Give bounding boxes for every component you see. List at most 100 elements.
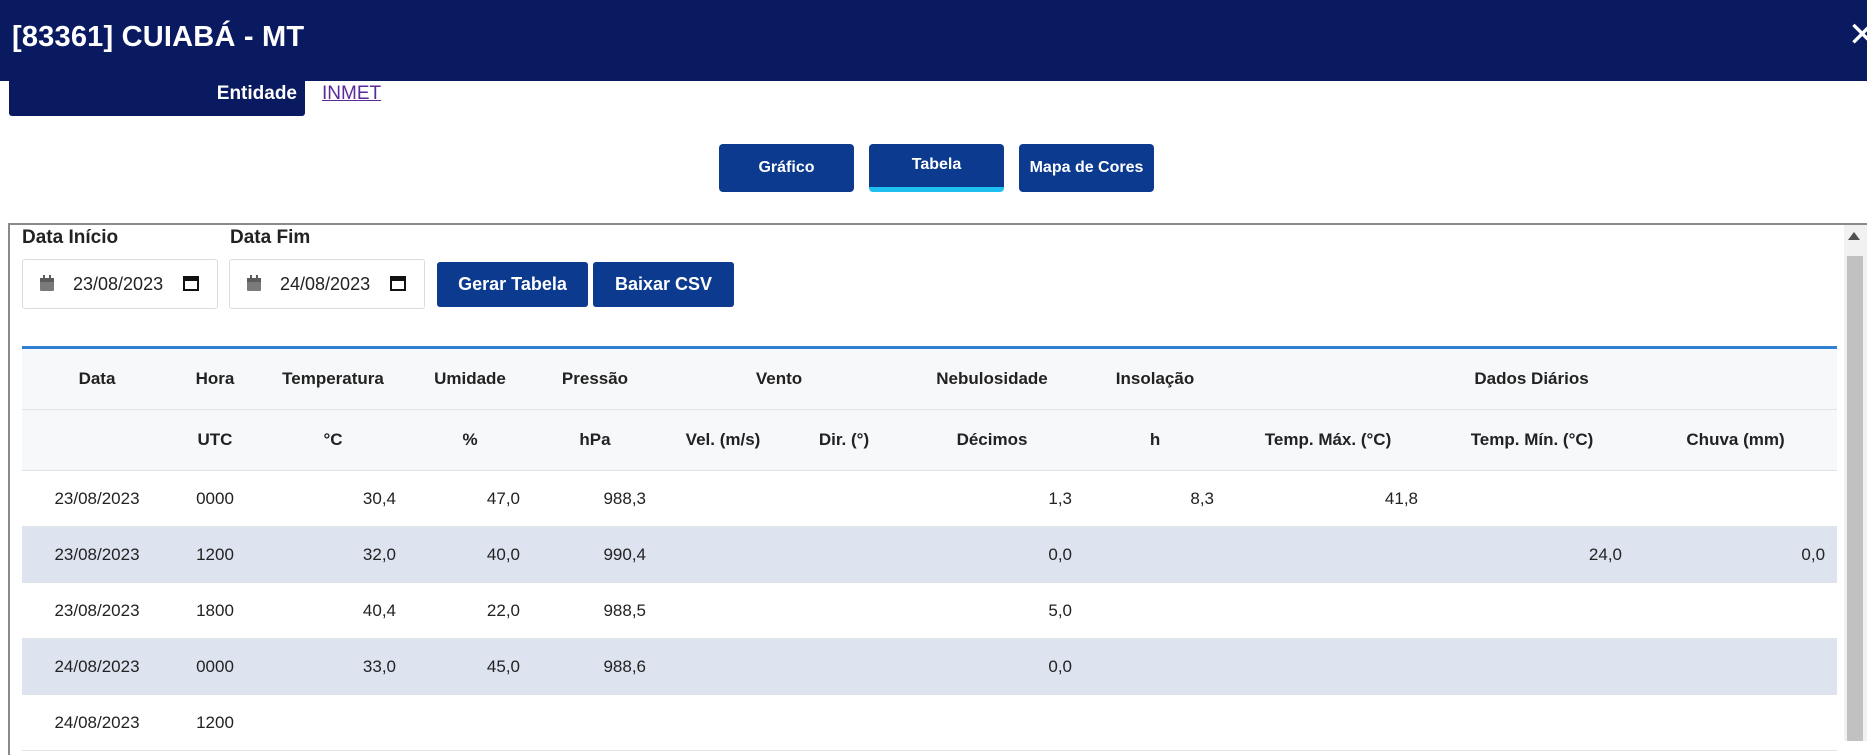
table-cell: 988,5 — [532, 582, 658, 639]
unit-header: Dir. (°) — [788, 409, 901, 471]
entity-label: Entidade — [216, 83, 297, 104]
table-row: 23/08/2023 1200 32,0 40,0 990,4 0,0 24,0 0,0 — [22, 526, 1838, 583]
table-cell: 0000 — [172, 470, 258, 527]
unit-header: h — [1084, 409, 1227, 471]
table-cell: 24/08/2023 — [22, 638, 172, 695]
header-row-units: UTC °C % hPa Vel. (m/s) Dir. (°) Décimos… — [22, 409, 1838, 471]
table-cell — [408, 694, 532, 751]
download-csv-button[interactable]: Baixar CSV — [593, 262, 734, 307]
tab-tabela[interactable]: Tabela — [869, 144, 1004, 192]
tab-mapa-de-cores[interactable]: Mapa de Cores — [1019, 144, 1154, 192]
unit-header: Temp. Máx. (°C) — [1226, 409, 1431, 471]
col-header[interactable]: Dados Diários — [1226, 349, 1838, 410]
scroll-up-arrow-icon[interactable] — [1848, 232, 1860, 240]
table-cell: 0,0 — [900, 638, 1085, 695]
col-header[interactable]: Hora — [172, 349, 258, 410]
start-date-value: 23/08/2023 — [73, 274, 164, 294]
date-picker-icon[interactable] — [390, 275, 406, 291]
col-header[interactable]: Nebulosidade — [900, 349, 1085, 410]
table-cell — [532, 694, 658, 751]
table-cell — [1084, 694, 1227, 751]
table-cell: 40,4 — [258, 582, 408, 639]
table-cell: 30,4 — [258, 470, 408, 527]
table-cell: 1200 — [172, 526, 258, 583]
table-row: 23/08/2023 1800 40,4 22,0 988,5 5,0 — [22, 582, 1838, 639]
unit-header: Décimos — [900, 409, 1085, 471]
table-cell — [658, 694, 788, 751]
table-cell: 24/08/2023 — [22, 694, 172, 751]
col-header[interactable]: Data — [22, 349, 172, 410]
table-cell: 33,0 — [258, 638, 408, 695]
table-cell: 5,0 — [900, 582, 1085, 639]
table-cell: 22,0 — [408, 582, 532, 639]
table-cell — [788, 470, 901, 527]
table-cell — [1430, 638, 1635, 695]
close-icon[interactable]: ✕ — [1848, 18, 1867, 52]
scrollbar-thumb[interactable] — [1847, 256, 1863, 741]
table-cell: 32,0 — [258, 526, 408, 583]
table-cell: 1800 — [172, 582, 258, 639]
unit-header — [22, 409, 172, 471]
table-cell — [1226, 694, 1431, 751]
col-header[interactable]: Insolação — [1084, 349, 1227, 410]
table-cell — [1430, 582, 1635, 639]
table-cell — [788, 526, 901, 583]
table-cell — [788, 694, 901, 751]
table-cell: 23/08/2023 — [22, 582, 172, 639]
calendar-icon — [247, 275, 261, 291]
table-cell — [1084, 526, 1227, 583]
unit-header: UTC — [172, 409, 258, 471]
table-cell: 988,3 — [532, 470, 658, 527]
table-cell — [1634, 694, 1838, 751]
generate-table-button[interactable]: Gerar Tabela — [437, 262, 588, 307]
table-cell — [1634, 638, 1838, 695]
table-cell — [1084, 582, 1227, 639]
table-cell: 41,8 — [1226, 470, 1431, 527]
table-row: 24/08/2023 0000 33,0 45,0 988,6 0,0 — [22, 638, 1838, 695]
col-header[interactable]: Temperatura — [258, 349, 408, 410]
window-title: [83361] CUIABÁ - MT — [12, 21, 305, 53]
table-cell: 47,0 — [408, 470, 532, 527]
table-cell — [900, 694, 1085, 751]
table-cell: 0000 — [172, 638, 258, 695]
table-cell: 988,6 — [532, 638, 658, 695]
table-row: 23/08/2023 0000 30,4 47,0 988,3 1,3 8,3 41,8 — [22, 470, 1838, 527]
table-cell — [1634, 470, 1838, 527]
table-cell: 40,0 — [408, 526, 532, 583]
table-cell: 45,0 — [408, 638, 532, 695]
table-cell — [258, 694, 408, 751]
table-row: 24/08/2023 1200 — [22, 694, 1838, 751]
end-date-label: Data Fim — [230, 227, 311, 248]
end-date-value: 24/08/2023 — [280, 274, 371, 294]
unit-header: Vel. (m/s) — [658, 409, 788, 471]
tab-grafico[interactable]: Gráfico — [719, 144, 854, 192]
entity-link[interactable]: INMET — [322, 83, 381, 105]
unit-header: % — [408, 409, 532, 471]
end-date-field[interactable]: 24/08/2023 — [229, 259, 425, 309]
col-header[interactable]: Pressão — [532, 349, 658, 410]
table-cell — [658, 582, 788, 639]
start-date-field[interactable]: 23/08/2023 — [22, 259, 218, 309]
table-cell — [1634, 582, 1838, 639]
unit-header: Chuva (mm) — [1634, 409, 1838, 471]
table-cell: 8,3 — [1084, 470, 1227, 527]
table-cell — [658, 470, 788, 527]
table-cell — [658, 526, 788, 583]
date-picker-icon[interactable] — [183, 275, 199, 291]
col-header[interactable]: Vento — [658, 349, 901, 410]
table-cell — [1430, 694, 1635, 751]
table-cell: 23/08/2023 — [22, 526, 172, 583]
table-cell: 1200 — [172, 694, 258, 751]
data-table: Data Hora Temperatura Umidade Pressão Ve… — [22, 346, 1838, 751]
table-cell: 24,0 — [1430, 526, 1635, 583]
col-header[interactable]: Umidade — [408, 349, 532, 410]
calendar-icon — [40, 275, 54, 291]
table-cell — [1226, 638, 1431, 695]
table-cell — [1226, 582, 1431, 639]
table-cell — [658, 638, 788, 695]
entity-label-box: Entidade — [9, 81, 305, 116]
table-cell: 990,4 — [532, 526, 658, 583]
table-cell: 23/08/2023 — [22, 470, 172, 527]
table-cell — [788, 582, 901, 639]
table-cell: 1,3 — [900, 470, 1085, 527]
